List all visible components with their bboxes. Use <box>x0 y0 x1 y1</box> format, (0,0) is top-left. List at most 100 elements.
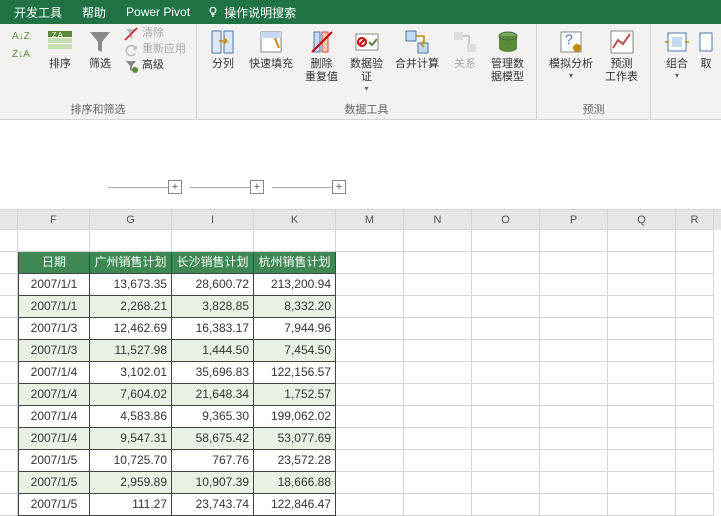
cell[interactable] <box>472 406 540 428</box>
consolidate-button[interactable]: 合并计算 <box>389 26 445 73</box>
cell[interactable] <box>608 450 676 472</box>
cell[interactable] <box>404 450 472 472</box>
data-validation-button[interactable]: 数据验 证 ▾ <box>344 26 389 95</box>
cell[interactable] <box>472 318 540 340</box>
cell[interactable] <box>540 384 608 406</box>
tab-help[interactable]: 帮助 <box>72 0 116 24</box>
sort-az-button[interactable]: A↓Z <box>6 26 40 44</box>
cell[interactable] <box>0 252 18 274</box>
table-header[interactable]: 杭州销售计划 <box>254 252 336 274</box>
col-header[interactable]: P <box>540 210 608 230</box>
cell-cs[interactable]: 35,696.83 <box>172 362 254 384</box>
cell[interactable] <box>0 428 18 450</box>
cell[interactable] <box>676 340 714 362</box>
cell[interactable] <box>472 472 540 494</box>
col-header[interactable]: R <box>676 210 714 230</box>
cell[interactable] <box>540 274 608 296</box>
cell[interactable] <box>608 494 676 516</box>
cell-cs[interactable]: 23,743.74 <box>172 494 254 516</box>
cell[interactable] <box>0 450 18 472</box>
cell[interactable] <box>676 406 714 428</box>
cell[interactable] <box>676 230 714 252</box>
table-header[interactable]: 日期 <box>18 252 90 274</box>
cell[interactable] <box>0 384 18 406</box>
cell[interactable] <box>676 494 714 516</box>
cell[interactable] <box>90 230 172 252</box>
cell[interactable] <box>172 230 254 252</box>
cell[interactable] <box>608 252 676 274</box>
cell[interactable] <box>540 296 608 318</box>
cell[interactable] <box>608 362 676 384</box>
cell[interactable] <box>0 318 18 340</box>
cell-hz[interactable]: 8,332.20 <box>254 296 336 318</box>
cell-hz[interactable]: 18,666.88 <box>254 472 336 494</box>
cell[interactable] <box>676 450 714 472</box>
cell[interactable] <box>336 384 404 406</box>
cell-hz[interactable]: 7,944.96 <box>254 318 336 340</box>
cell-date[interactable]: 2007/1/5 <box>18 472 90 494</box>
cell[interactable] <box>404 384 472 406</box>
cell[interactable] <box>608 472 676 494</box>
cell-gz[interactable]: 10,725.70 <box>90 450 172 472</box>
cell[interactable] <box>0 362 18 384</box>
cell-cs[interactable]: 1,444.50 <box>172 340 254 362</box>
cell[interactable] <box>0 230 18 252</box>
cell-date[interactable]: 2007/1/4 <box>18 362 90 384</box>
cell[interactable] <box>404 252 472 274</box>
cell-cs[interactable]: 767.76 <box>172 450 254 472</box>
cell[interactable] <box>472 384 540 406</box>
cell[interactable] <box>540 362 608 384</box>
sort-button[interactable]: Z A 排序 <box>40 26 80 73</box>
cell-cs[interactable]: 3,828.85 <box>172 296 254 318</box>
data-model-button[interactable]: 管理数 据模型 <box>485 26 530 86</box>
cell-gz[interactable]: 7,604.02 <box>90 384 172 406</box>
cell[interactable] <box>540 340 608 362</box>
cell[interactable] <box>676 274 714 296</box>
cell[interactable] <box>676 252 714 274</box>
cell[interactable] <box>608 230 676 252</box>
cell[interactable] <box>336 450 404 472</box>
cell[interactable] <box>336 428 404 450</box>
cell[interactable] <box>336 252 404 274</box>
cell[interactable] <box>336 230 404 252</box>
remove-duplicates-button[interactable]: 删除 重复值 <box>299 26 344 86</box>
outline-expand-i[interactable]: + <box>250 180 264 194</box>
sort-za-button[interactable]: Z↓A <box>6 44 40 62</box>
cell-cs[interactable]: 16,383.17 <box>172 318 254 340</box>
cell[interactable] <box>676 384 714 406</box>
cell[interactable] <box>540 428 608 450</box>
cell[interactable] <box>608 406 676 428</box>
forecast-sheet-button[interactable]: 预测 工作表 <box>599 26 644 86</box>
cell-gz[interactable]: 2,268.21 <box>90 296 172 318</box>
cell-hz[interactable]: 1,752.57 <box>254 384 336 406</box>
col-header[interactable]: I <box>172 210 254 230</box>
cell-cs[interactable]: 28,600.72 <box>172 274 254 296</box>
cell-gz[interactable]: 11,527.98 <box>90 340 172 362</box>
reapply-button[interactable]: 重新应用 <box>120 42 190 58</box>
cell-gz[interactable]: 13,673.35 <box>90 274 172 296</box>
col-header[interactable]: K <box>254 210 336 230</box>
cell[interactable] <box>540 252 608 274</box>
col-header[interactable]: F <box>18 210 90 230</box>
outline-expand-g[interactable]: + <box>168 180 182 194</box>
cell[interactable] <box>0 296 18 318</box>
cell[interactable] <box>540 230 608 252</box>
cell-hz[interactable]: 7,454.50 <box>254 340 336 362</box>
cell[interactable] <box>0 274 18 296</box>
cell-grid[interactable]: 日期 广州销售计划 长沙销售计划 杭州销售计划 2007/1/113,673.3… <box>0 230 721 516</box>
outline-expand-k[interactable]: + <box>332 180 346 194</box>
col-header[interactable]: Q <box>608 210 676 230</box>
cell-hz[interactable]: 53,077.69 <box>254 428 336 450</box>
cell-gz[interactable]: 12,462.69 <box>90 318 172 340</box>
cell-cs[interactable]: 21,648.34 <box>172 384 254 406</box>
cell-hz[interactable]: 122,846.47 <box>254 494 336 516</box>
cell[interactable] <box>472 340 540 362</box>
col-header[interactable]: G <box>90 210 172 230</box>
cell[interactable] <box>336 362 404 384</box>
cell[interactable] <box>472 252 540 274</box>
cell[interactable] <box>472 450 540 472</box>
table-header[interactable]: 长沙销售计划 <box>172 252 254 274</box>
whatif-button[interactable]: ? 模拟分析 ▾ <box>543 26 599 82</box>
cell[interactable] <box>676 362 714 384</box>
col-header[interactable]: O <box>472 210 540 230</box>
